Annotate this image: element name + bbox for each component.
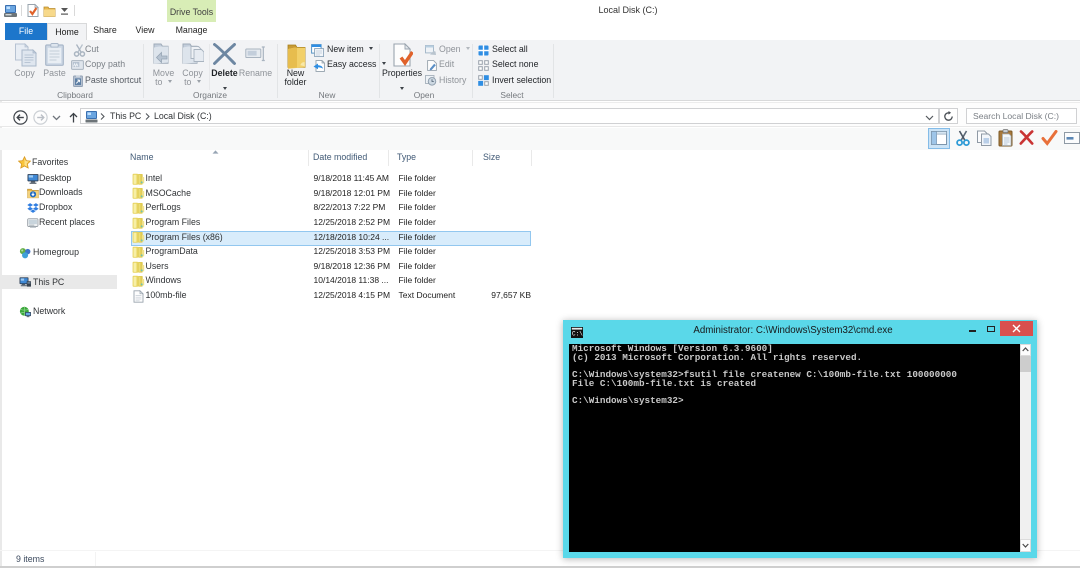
svg-text:C:\: C:\ [572, 331, 583, 338]
